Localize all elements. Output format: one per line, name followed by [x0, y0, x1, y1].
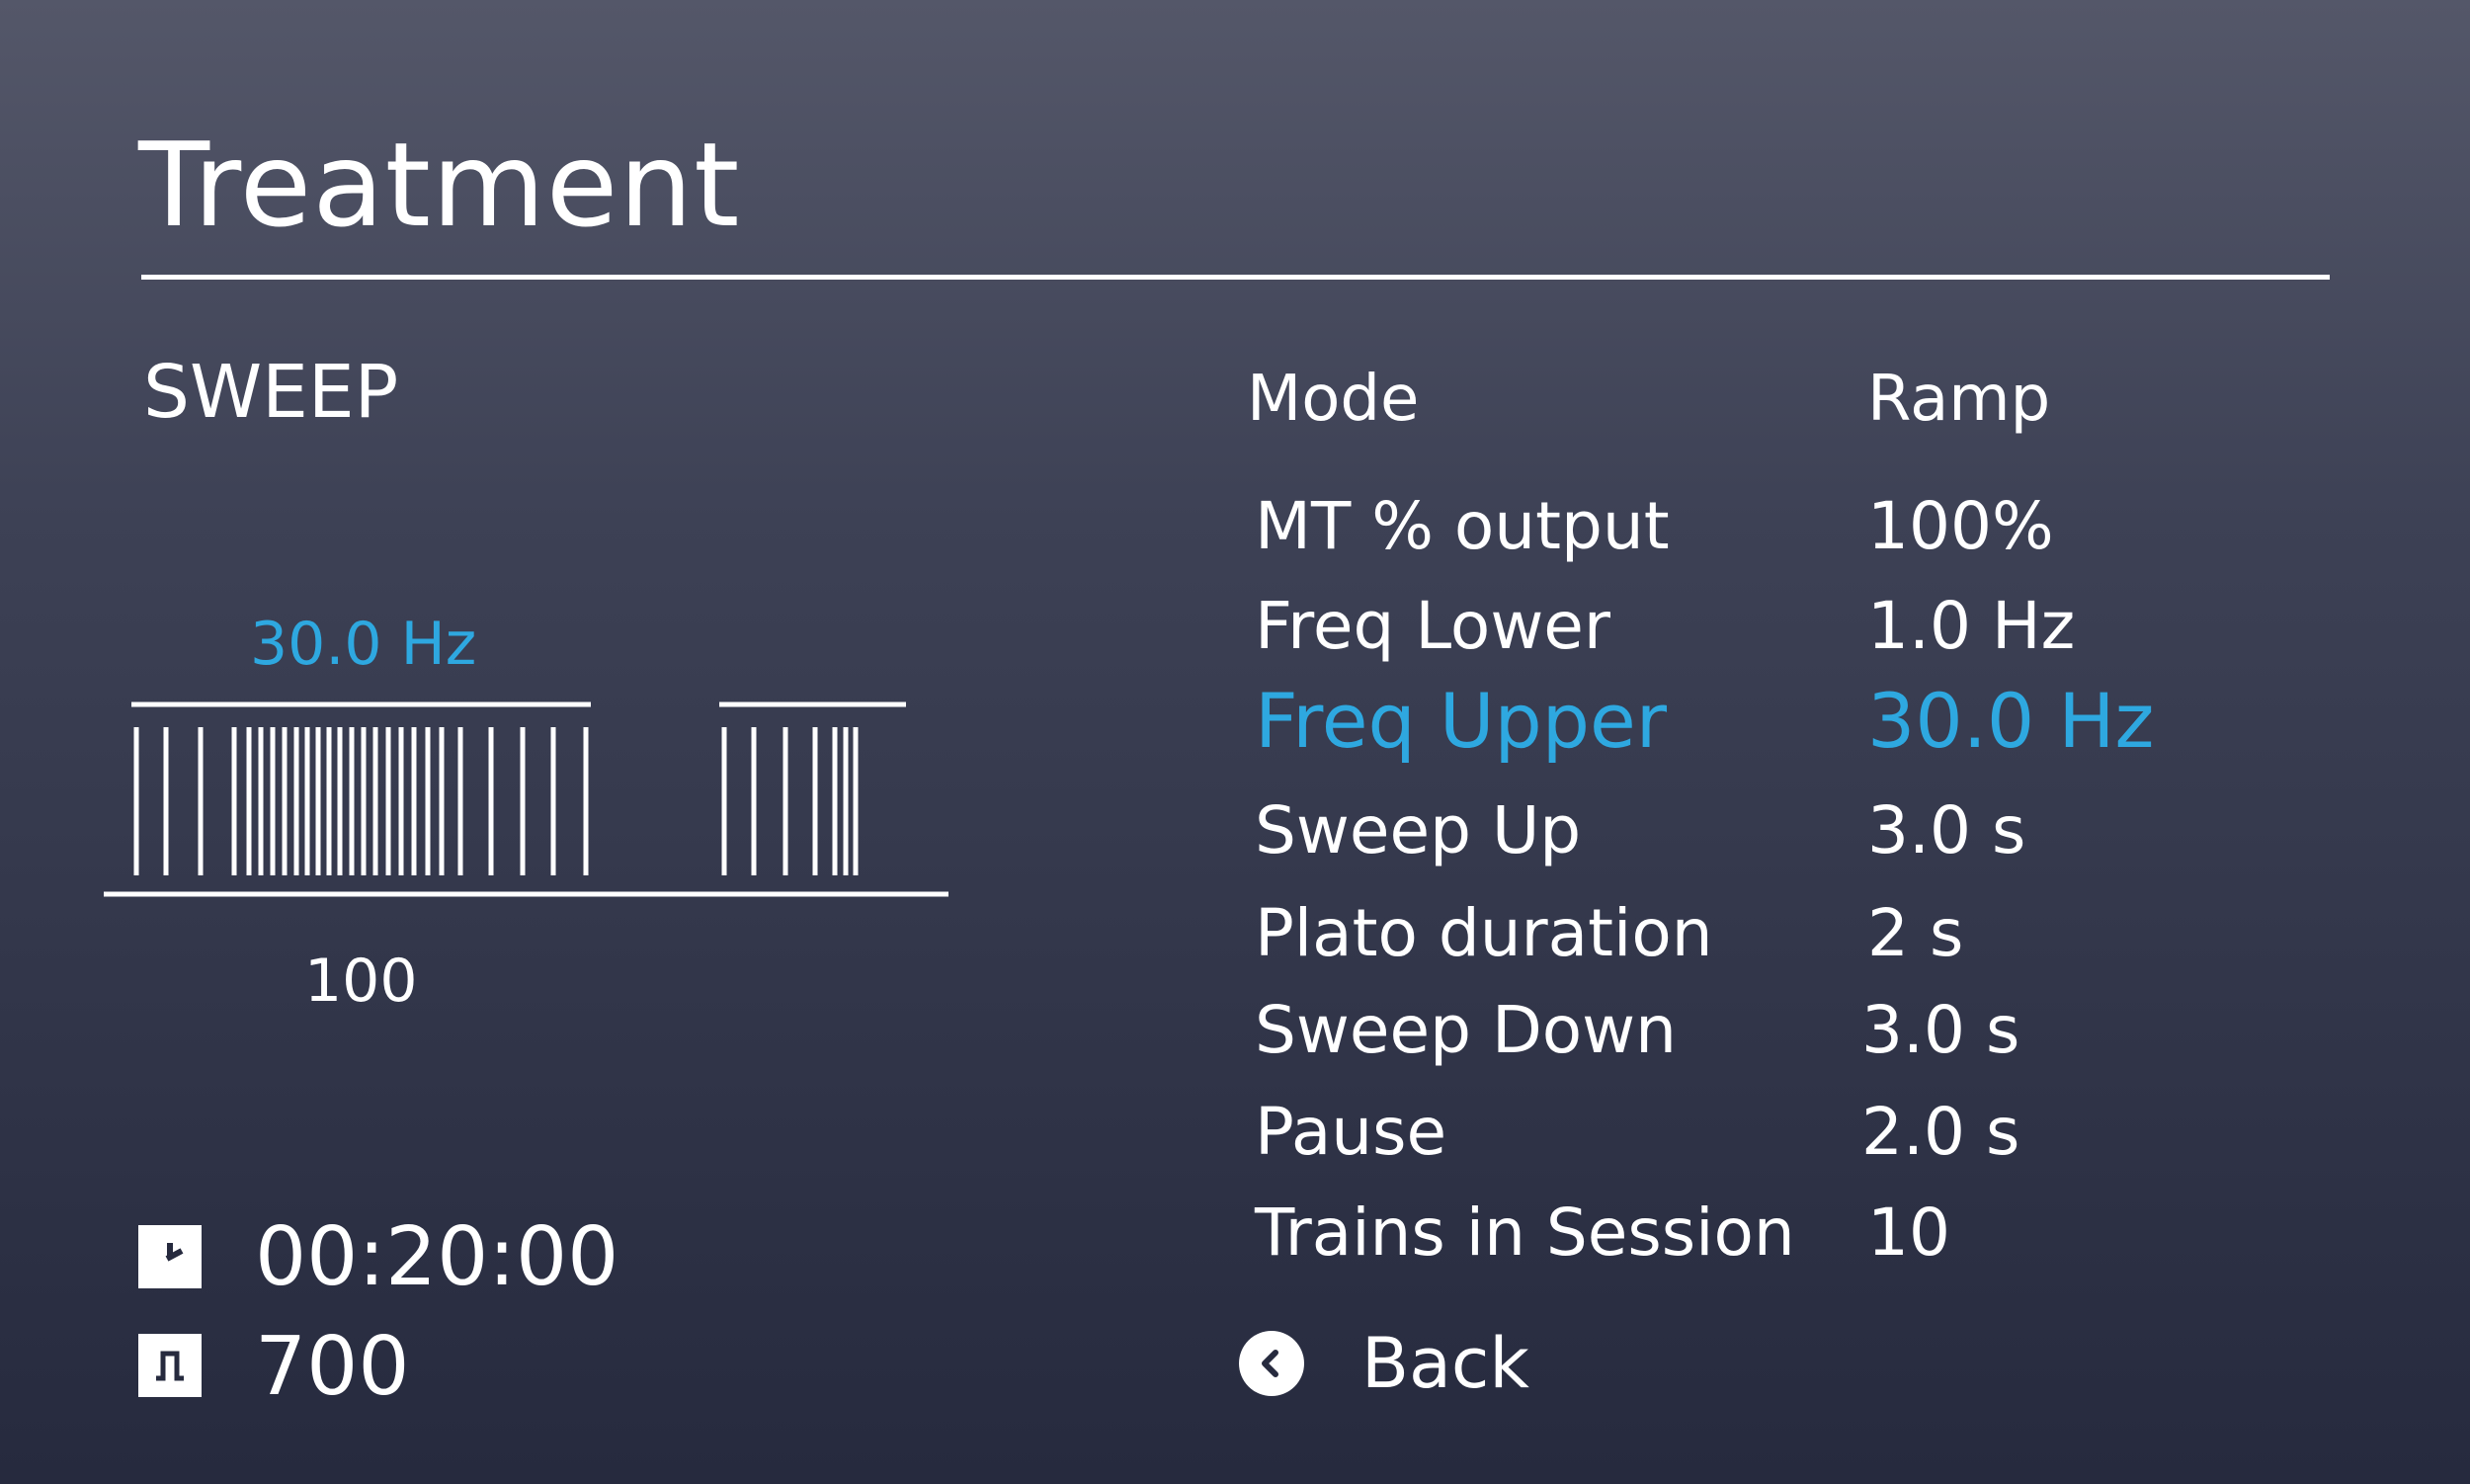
- param-label: Sweep Down: [1255, 992, 1677, 1068]
- param-label: Pause: [1255, 1094, 1447, 1170]
- pulse-icon: [138, 1334, 202, 1397]
- param-value: 3.0 s: [1867, 792, 2026, 868]
- back-label: Back: [1361, 1323, 1529, 1404]
- clock-icon: [138, 1225, 202, 1288]
- param-value: 100%: [1867, 488, 2054, 564]
- session-time: 00:20:00: [255, 1210, 619, 1304]
- chevron-left-icon: [1239, 1331, 1304, 1396]
- param-value: 10: [1867, 1195, 1950, 1271]
- param-value: 1.0 Hz: [1867, 588, 2076, 664]
- param-label: Freq Upper: [1255, 677, 1668, 765]
- param-label: Plato duration: [1255, 895, 1713, 971]
- param-label: Sweep Up: [1255, 792, 1582, 868]
- param-value: 2 s: [1867, 895, 1964, 971]
- pulse-count: 700: [255, 1320, 410, 1414]
- param-label: Mode: [1247, 363, 1420, 436]
- param-label: MT % output: [1255, 488, 1670, 564]
- param-value: 3.0 s: [1861, 992, 2020, 1068]
- param-value: Ramp: [1867, 363, 2051, 436]
- param-label: Freq Lower: [1255, 588, 1611, 664]
- sweep-waveform-graphic: [104, 701, 948, 897]
- back-button[interactable]: Back: [1239, 1328, 1529, 1399]
- param-label: Trains in Session: [1255, 1195, 1795, 1271]
- param-value: 2.0 s: [1861, 1094, 2020, 1170]
- param-value: 30.0 Hz: [1867, 677, 2155, 765]
- sweep-intensity-label: 100: [304, 947, 418, 1016]
